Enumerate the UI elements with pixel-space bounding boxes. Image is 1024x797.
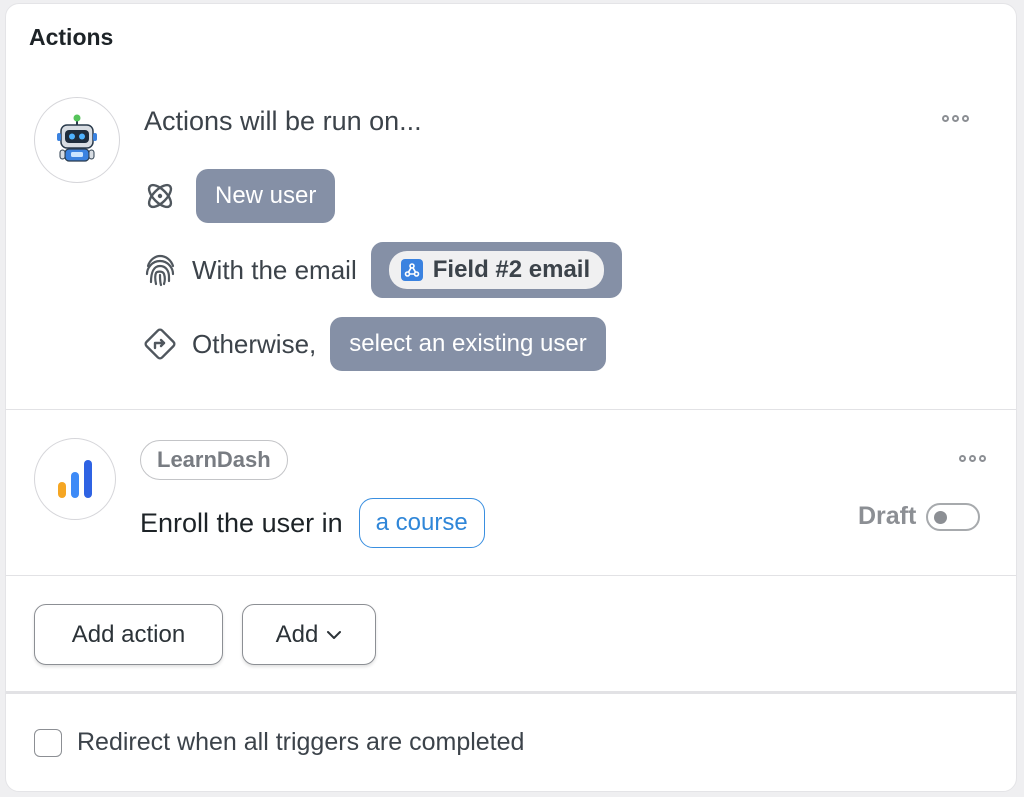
field-chip[interactable]: Field #2 email (388, 251, 605, 289)
email-row: With the email Field #2 email (142, 242, 623, 298)
action-item: LearnDash Enroll the user in a course Dr… (6, 410, 1016, 576)
new-user-token[interactable]: New user (196, 169, 336, 223)
new-user-row: New user (142, 169, 336, 223)
robot-icon (57, 114, 97, 162)
fingerprint-icon (142, 252, 178, 288)
route-diamond-icon (142, 326, 178, 362)
otherwise-row: Otherwise, select an existing user (142, 317, 606, 371)
integration-tag: LearnDash (140, 440, 288, 480)
add-action-button[interactable]: Add action (34, 604, 223, 665)
action-sentence: Enroll the user in a course (140, 498, 485, 548)
draft-label: Draft (858, 502, 917, 530)
bot-avatar (34, 97, 120, 183)
email-prefix: With the email (192, 254, 357, 285)
chevron-down-icon (326, 630, 342, 640)
run-on-heading: Actions will be run on... (144, 106, 422, 136)
redirect-option[interactable]: Redirect when all triggers are completed (34, 728, 524, 757)
add-dropdown-button[interactable]: Add (242, 604, 376, 665)
run-on-section: Actions will be run on... New user With … (6, 4, 1016, 410)
course-token[interactable]: a course (358, 498, 485, 548)
status-toggle[interactable] (926, 502, 981, 531)
more-dots-icon[interactable] (959, 455, 986, 462)
atom-icon (142, 178, 178, 214)
more-dots-icon[interactable] (942, 115, 969, 122)
learndash-logo-icon (58, 460, 92, 498)
webhook-icon (400, 259, 423, 281)
redirect-label[interactable]: Redirect when all triggers are completed (77, 728, 524, 757)
learndash-avatar (34, 438, 116, 520)
add-button-label: Add (275, 620, 319, 648)
actions-panel: Actions Actions will be run on... New us… (5, 3, 1017, 792)
otherwise-prefix: Otherwise, (192, 328, 317, 359)
email-token[interactable]: Field #2 email (370, 242, 623, 298)
redirect-checkbox[interactable] (34, 728, 62, 757)
redirect-section: Redirect when all triggers are completed (6, 694, 1016, 791)
field-chip-label: Field #2 email (432, 256, 591, 283)
draft-status: Draft (858, 502, 981, 531)
toggle-knob (934, 510, 948, 524)
action-sentence-prefix: Enroll the user in (140, 507, 343, 538)
add-buttons-row: Add action Add (6, 576, 1016, 694)
otherwise-token[interactable]: select an existing user (330, 317, 606, 371)
